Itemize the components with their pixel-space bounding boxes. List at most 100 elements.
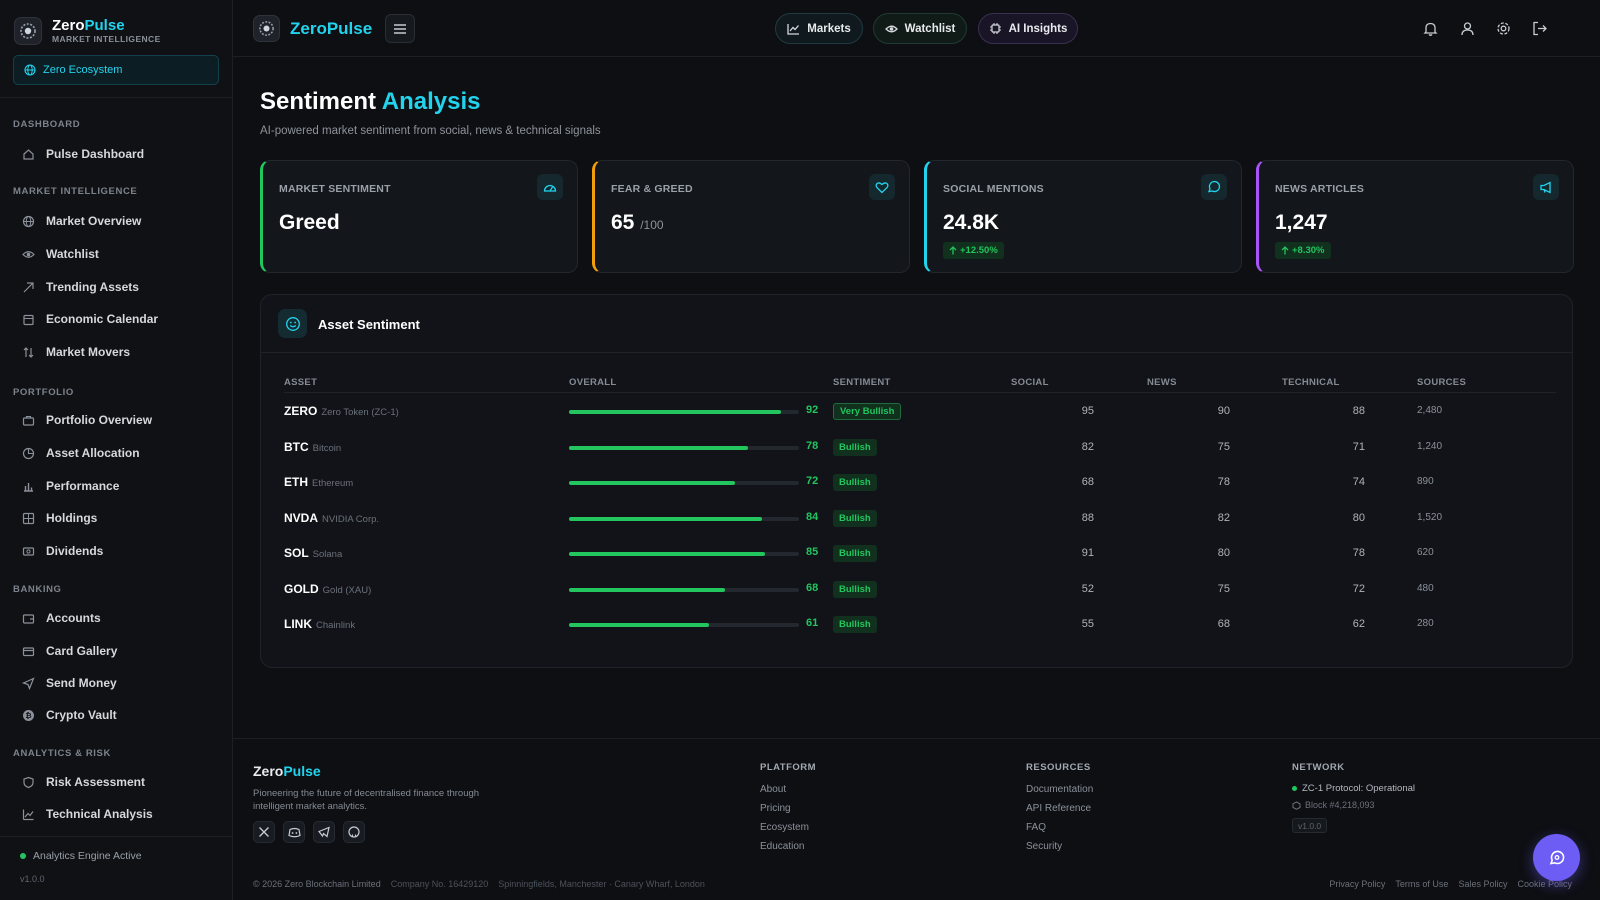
- footer-link-about[interactable]: About: [760, 784, 786, 795]
- sidebar-item-label: Market Movers: [46, 345, 131, 359]
- table-row[interactable]: ETH Ethereum 72 Bullish 68 78 74 890: [284, 466, 1556, 502]
- sidebar-item-label: Technical Analysis: [46, 807, 153, 821]
- overall-score-bar-fill: [569, 623, 710, 627]
- asset-cell: SOL Solana: [284, 546, 342, 560]
- section-banking: BANKING: [13, 584, 62, 595]
- footer-legal-links: Privacy Policy Terms of Use Sales Policy…: [1329, 879, 1572, 889]
- column-header-overall[interactable]: OVERALL: [569, 377, 617, 388]
- change-badge: +12.50%: [943, 242, 1004, 259]
- globe-icon: [22, 215, 35, 228]
- megaphone-icon: [1533, 174, 1559, 200]
- asset-symbol: NVDA: [284, 510, 319, 525]
- column-header-sources[interactable]: SOURCES: [1417, 377, 1466, 388]
- sidebar-item-market-movers[interactable]: Market Movers: [22, 341, 222, 363]
- footer-link-security[interactable]: Security: [1026, 841, 1062, 852]
- overall-score: 72: [806, 475, 819, 487]
- sidebar-item-label: Trending Assets: [46, 280, 139, 294]
- overall-score-bar-fill: [569, 587, 726, 592]
- section-dashboard: DASHBOARD: [13, 119, 81, 130]
- sidebar-item-economic-calendar[interactable]: Economic Calendar: [22, 308, 222, 330]
- asset-cell: ETH Ethereum: [284, 475, 353, 489]
- logout-icon[interactable]: [1531, 20, 1548, 37]
- asset-symbol: ETH: [284, 475, 308, 489]
- footer-copyright-row: © 2026 Zero Blockchain Limited Company N…: [253, 879, 705, 889]
- sidebar-item-asset-allocation[interactable]: Asset Allocation: [22, 442, 222, 464]
- sidebar-brand[interactable]: ZeroPulse MARKET INTELLIGENCE: [14, 16, 161, 46]
- sidebar-item-crypto-vault[interactable]: ₿ Crypto Vault: [22, 704, 222, 726]
- topbar: ZeroPulse Markets Watchlist AI Insights: [233, 0, 1600, 57]
- cookie-policy-link[interactable]: Cookie Policy: [1517, 879, 1572, 889]
- home-icon: [22, 148, 35, 161]
- sidebar-item-watchlist[interactable]: Watchlist: [22, 243, 222, 265]
- company-number: Company No. 16429120: [390, 879, 489, 889]
- sidebar-item-send-money[interactable]: Send Money: [22, 672, 222, 694]
- panel-title: Asset Sentiment: [318, 317, 420, 332]
- zero-ecosystem-label: Zero Ecosystem: [43, 64, 123, 76]
- sidebar-item-portfolio-overview[interactable]: Portfolio Overview: [22, 409, 222, 431]
- card-unit: /100: [640, 218, 664, 232]
- bell-icon[interactable]: [1422, 20, 1439, 37]
- column-header-sentiment[interactable]: SENTIMENT: [833, 377, 891, 388]
- credit-card-icon: [22, 645, 35, 658]
- table-row[interactable]: NVDA NVIDIA Corp. 84 Bullish 88 82 80 1,520: [284, 502, 1556, 538]
- nav-markets-button[interactable]: Markets: [775, 13, 863, 44]
- column-header-asset[interactable]: ASSET: [284, 377, 317, 388]
- x-twitter-icon[interactable]: [253, 821, 275, 843]
- card-value: 1,247: [1275, 211, 1328, 234]
- footer-link-education[interactable]: Education: [760, 841, 804, 852]
- sidebar-item-holdings[interactable]: Holdings: [22, 507, 222, 529]
- user-icon[interactable]: [1459, 20, 1476, 37]
- footer-link-faq[interactable]: FAQ: [1026, 822, 1046, 833]
- nav-ai-insights-button[interactable]: AI Insights: [978, 13, 1078, 44]
- card-label: FEAR & GREED: [611, 183, 693, 195]
- footer-link-api-reference[interactable]: API Reference: [1026, 803, 1091, 814]
- menu-toggle-button[interactable]: [385, 14, 415, 43]
- sidebar-item-card-gallery[interactable]: Card Gallery: [22, 640, 222, 662]
- table-row[interactable]: SOL Solana 85 Bullish 91 80 78 620: [284, 537, 1556, 573]
- sentiment-badge: Bullish: [833, 545, 877, 562]
- discord-icon[interactable]: [283, 821, 305, 843]
- telegram-icon[interactable]: [313, 821, 335, 843]
- table-row[interactable]: ZERO Zero Token (ZC-1) 92 Very Bullish 95 90 8…: [284, 395, 1556, 431]
- terms-of-use-link[interactable]: Terms of Use: [1395, 879, 1448, 889]
- nav-watchlist-button[interactable]: Watchlist: [873, 13, 967, 44]
- overall-score: 61: [806, 617, 819, 629]
- column-header-technical[interactable]: TECHNICAL: [1282, 377, 1340, 388]
- news-score: 80: [1217, 547, 1230, 559]
- table-row[interactable]: LINK Chainlink 61 Bullish 55 68 62 280: [284, 608, 1556, 644]
- sales-policy-link[interactable]: Sales Policy: [1458, 879, 1507, 889]
- line-chart-icon: [22, 808, 35, 821]
- sidebar-item-label: Dividends: [46, 544, 104, 558]
- footer-link-ecosystem[interactable]: Ecosystem: [760, 822, 809, 833]
- gear-icon[interactable]: [1495, 20, 1512, 37]
- column-header-news[interactable]: NEWS: [1147, 377, 1177, 388]
- overall-score-bar: [569, 587, 799, 592]
- sidebar-item-trending-assets[interactable]: Trending Assets: [22, 276, 222, 298]
- sidebar-item-dividends[interactable]: Dividends: [22, 540, 222, 562]
- privacy-policy-link[interactable]: Privacy Policy: [1329, 879, 1385, 889]
- footer-link-documentation[interactable]: Documentation: [1026, 784, 1093, 795]
- topbar-brand[interactable]: ZeroPulse: [253, 15, 372, 42]
- sidebar-item-technical-analysis[interactable]: Technical Analysis: [22, 803, 222, 825]
- sidebar-item-market-overview[interactable]: Market Overview: [22, 210, 222, 232]
- sentiment-badge: Bullish: [833, 438, 877, 456]
- technical-score: 62: [1352, 618, 1365, 630]
- chat-assistant-button[interactable]: [1533, 834, 1580, 881]
- panel-header: Asset Sentiment: [261, 295, 1572, 353]
- smile-icon: [278, 309, 307, 338]
- table-row[interactable]: GOLD Gold (XAU) 68 Bullish 52 75 72 480: [284, 573, 1556, 609]
- asset-cell: BTC Bitcoin: [284, 440, 341, 454]
- sidebar-item-pulse-dashboard[interactable]: Pulse Dashboard: [22, 143, 222, 165]
- status-dot: [20, 853, 26, 859]
- sidebar-item-performance[interactable]: Performance: [22, 475, 222, 497]
- sidebar-item-label: Card Gallery: [46, 644, 118, 658]
- zero-ecosystem-button[interactable]: Zero Ecosystem: [13, 55, 219, 85]
- github-icon[interactable]: [343, 821, 365, 843]
- banknote-icon: [22, 545, 35, 558]
- overall-score: 84: [806, 510, 819, 523]
- table-row[interactable]: BTC Bitcoin 78 Bullish 82 75 71 1,240: [284, 431, 1556, 467]
- footer-link-pricing[interactable]: Pricing: [760, 803, 791, 814]
- sidebar-item-accounts[interactable]: Accounts: [22, 607, 222, 629]
- sidebar-item-risk-assessment[interactable]: Risk Assessment: [22, 771, 222, 793]
- column-header-social[interactable]: SOCIAL: [1011, 377, 1049, 388]
